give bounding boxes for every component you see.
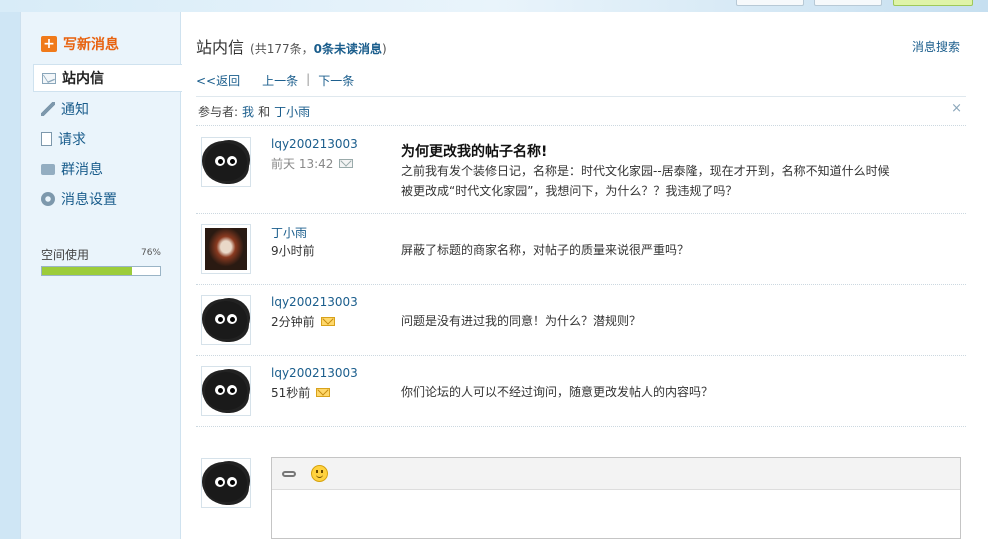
participants-and: 和 [258,104,271,119]
prev-link[interactable]: 上一条 [262,72,298,89]
avatar-image [205,228,247,270]
sender-name[interactable]: lqy200213003 [271,295,358,309]
participants-bar: 参与者: 我 和 丁小雨 × [196,96,966,126]
message-body: 之前我有发个装修日记，名称是：时代文化家园--居泰隆，现在才开到，名称不知道什么… [401,164,890,198]
envelope-read-icon [339,159,354,168]
top-button-1[interactable] [736,0,804,6]
pencil-icon [41,102,55,116]
avatar[interactable] [201,224,251,274]
message-count: (共177条，0条未读消息) [250,42,387,56]
sidebar-item-inbox[interactable]: 站内信 [33,64,182,92]
message-thread: 站内信 (共177条，0条未读消息) 消息搜索 <<返回 上一条 | 下一条 参… [196,12,966,539]
message-subject: 为何更改我的帖子名称! [401,144,548,160]
next-link[interactable]: 下一条 [318,72,354,89]
sidebar-item-label: 群消息 [61,162,103,178]
plus-icon: + [41,36,57,52]
sender-name[interactable]: 丁小雨 [271,224,307,241]
envelope-unread-icon [320,317,335,326]
message-time: 51秒前 [271,384,331,401]
participant-other[interactable]: 丁小雨 [274,103,310,120]
unread-count[interactable]: 0条未读消息 [314,42,382,56]
usage-percent: 76% [140,248,161,258]
message-item: 丁小雨 9小时前 屏蔽了标题的商家名称，对帖子的质量来说很严重吗？ [196,214,966,285]
message-body: 屏蔽了标题的商家名称，对帖子的质量来说很严重吗？ [401,243,690,257]
avatar-image [205,301,247,339]
message-item: lqy200213003 51秒前 你们论坛的人可以不经过询问，随意更改发帖人的… [196,356,966,427]
sender-name[interactable]: lqy200213003 [271,137,358,151]
sidebar-item-label: 通知 [61,102,89,118]
avatar-image [205,372,247,410]
message-search-link[interactable]: 消息搜索 [912,38,960,55]
top-button-2[interactable] [814,0,882,6]
sidebar-item-requests[interactable]: 请求 [33,124,182,154]
top-banner [0,0,988,12]
participants-label: 参与者: [198,104,239,119]
sidebar-item-label: 站内信 [62,71,104,87]
space-usage: 空间使用 76% [41,246,161,276]
pager: <<返回 上一条 | 下一条 [196,72,354,89]
title-row: 站内信 (共177条，0条未读消息) 消息搜索 [196,34,966,58]
content-frame: + 写新消息 站内信 通知 请求 群消息 消息设置 空间使用 76% 站内信 (… [20,12,988,539]
page-title: 站内信 [196,38,245,57]
usage-bar [41,266,161,276]
usage-label: 空间使用 [41,248,90,262]
sidebar-item-label: 消息设置 [61,192,117,208]
compose-button[interactable]: + 写新消息 [41,34,119,54]
sidebar-item-settings[interactable]: 消息设置 [33,184,182,214]
avatar[interactable] [201,295,251,345]
avatar[interactable] [201,366,251,416]
document-icon [41,132,52,146]
editor-toolbar [272,458,960,490]
message-item: lqy200213003 前天 13:42 为何更改我的帖子名称! 之前我有发个… [196,127,966,214]
message-item: lqy200213003 2分钟前 问题是没有进过我的同意！为什么？潜规则？ [196,285,966,356]
smiley-icon[interactable] [310,465,328,483]
compose-label: 写新消息 [63,37,119,53]
envelope-unread-icon [316,388,331,397]
usage-bar-fill [42,267,132,275]
message-time: 9小时前 [271,244,315,258]
message-time: 前天 13:42 [271,155,354,172]
back-link[interactable]: <<返回 [196,72,240,89]
sidebar-nav: 站内信 通知 请求 群消息 消息设置 [33,64,182,214]
mail-icon [42,72,56,84]
sidebar-item-group-messages[interactable]: 群消息 [33,154,182,184]
message-time: 2分钟前 [271,313,335,330]
avatar-image [205,464,247,502]
settings-icon [41,192,55,206]
top-button-3[interactable] [893,0,973,6]
reply-editor[interactable] [271,457,961,539]
sidebar-item-label: 请求 [58,132,86,148]
sidebar-item-notifications[interactable]: 通知 [33,94,182,124]
link-icon[interactable] [280,465,298,483]
avatar[interactable] [201,137,251,187]
sidebar: + 写新消息 站内信 通知 请求 群消息 消息设置 空间使用 76% [21,12,182,539]
participant-me[interactable]: 我 [242,103,254,120]
avatar-image [205,143,247,181]
reply-avatar [201,458,251,508]
sender-name[interactable]: lqy200213003 [271,366,358,380]
message-body: 你们论坛的人可以不经过询问，随意更改发帖人的内容吗？ [401,385,714,399]
close-icon[interactable]: × [951,101,962,116]
chat-icon [41,163,55,175]
message-body: 问题是没有进过我的同意！为什么？潜规则？ [401,314,642,328]
pager-separator: | [306,72,311,86]
